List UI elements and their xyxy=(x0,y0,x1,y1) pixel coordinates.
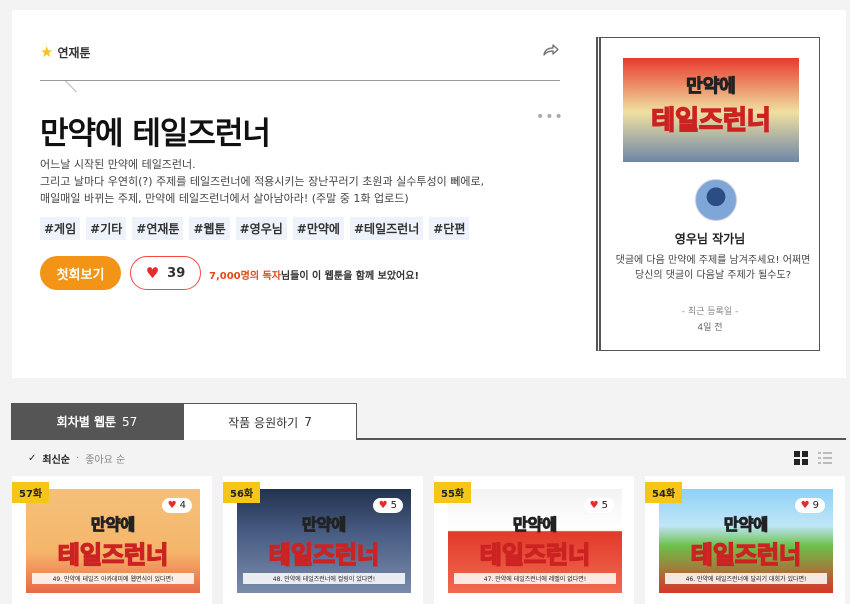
tag-chip[interactable]: #게임 xyxy=(40,217,81,240)
recent-value: 4일 전 xyxy=(697,323,723,333)
sort-likes[interactable]: 좋아요 순 xyxy=(85,451,125,466)
heart-icon: ♥ xyxy=(378,500,388,511)
episode-thumbnail: ♥ 9 만약에 테일즈런너 46. 만약에 테일즈런너에 달리기 대회가 있다면! xyxy=(659,489,833,593)
reader-count-highlight: 7,000명의 독자 xyxy=(209,271,281,282)
heart-icon: ♥ xyxy=(145,264,160,282)
heart-icon: ♥ xyxy=(167,500,177,511)
tag-chip[interactable]: #연재툰 xyxy=(132,217,184,240)
webtoon-description: 어느날 시작된 만약에 테일즈런너. 그리고 날마다 우연히(?) 주제를 테일… xyxy=(40,156,540,207)
share-icon[interactable] xyxy=(540,40,560,60)
episode-number-badge: 55화 xyxy=(434,482,472,503)
episode-like-count: 5 xyxy=(601,500,608,511)
episode-subtitle: 48. 만약에 테일즈런너에 컬링이 있다면! xyxy=(243,573,405,584)
cover-logo-main: 테일즈런너 xyxy=(650,105,771,137)
episode-logo-main: 테일즈런너 xyxy=(57,540,169,570)
divider xyxy=(40,80,560,81)
like-count: 39 xyxy=(167,265,186,281)
category-row: ★ 연재툰 xyxy=(40,44,91,61)
episode-like-badge: ♥ 5 xyxy=(372,498,403,513)
like-button[interactable]: ♥ 39 xyxy=(130,256,201,290)
episode-like-badge: ♥ 9 xyxy=(794,498,825,513)
description-line: 매일매일 바뀌는 주제, 만약에 테일즈런너에서 살아남아라! (주말 중 1화… xyxy=(40,192,409,205)
tag-chip[interactable]: #단편 xyxy=(429,217,470,240)
episode-logo-top: 만약에 xyxy=(512,515,558,535)
cover-logo-top: 만약에 xyxy=(686,76,737,98)
episode-logo-main: 테일즈런너 xyxy=(690,540,802,570)
tag-chip[interactable]: #웹툰 xyxy=(189,217,230,240)
author-panel-body: 만약에 테일즈런너 영우님 작가님 댓글에 다음 만약에 주제를 남겨주세요! … xyxy=(601,38,819,350)
tag-chip[interactable]: #테일즈런너 xyxy=(349,217,424,240)
episode-card[interactable]: 57화 ♥ 4 만약에 테일즈런너 49. 만약에 테일즈 아카데미에 웹면식이 … xyxy=(12,476,212,604)
list-view-icon[interactable] xyxy=(818,451,832,465)
grid-view-icon[interactable] xyxy=(794,451,808,465)
episode-thumbnail: ♥ 5 만약에 테일즈런너 47. 만약에 테일즈런너에 레벨이 없다면! xyxy=(448,489,622,593)
episode-number-badge: 57화 xyxy=(12,482,50,503)
recent-label: - 최근 등록일 - xyxy=(681,307,739,317)
sort-latest[interactable]: 최신순 xyxy=(42,451,70,466)
episode-like-badge: ♥ 4 xyxy=(161,498,192,513)
episode-number-badge: 54화 xyxy=(645,482,683,503)
episode-subtitle: 46. 만약에 테일즈런너에 달리기 대회가 있다면! xyxy=(665,573,827,584)
checkmark-icon: ✓ xyxy=(28,453,37,464)
episode-like-badge: ♥ 5 xyxy=(583,498,614,513)
divider-notch xyxy=(64,80,88,92)
tag-chip[interactable]: #기타 xyxy=(86,217,127,240)
episode-logo-top: 만약에 xyxy=(301,515,347,535)
heart-icon: ♥ xyxy=(800,500,810,511)
star-icon: ★ xyxy=(40,43,54,61)
episode-logo-main: 테일즈런너 xyxy=(479,540,591,570)
heart-icon: ♥ xyxy=(589,500,599,511)
episode-card[interactable]: 54화 ♥ 9 만약에 테일즈런너 46. 만약에 테일즈런너에 달리기 대회가 … xyxy=(645,476,845,604)
tab-label: 작품 응원하기 xyxy=(228,415,299,430)
tab-count: 7 xyxy=(304,415,312,429)
reader-count-rest: 님들이 이 웹툰을 함께 보았어요! xyxy=(280,271,420,282)
first-episode-button[interactable]: 첫회보기 xyxy=(40,256,121,290)
episode-logo-main: 테일즈런너 xyxy=(268,540,380,570)
episode-subtitle: 47. 만약에 테일즈런너에 레벨이 없다면! xyxy=(454,573,616,584)
separator-dot: · xyxy=(76,453,80,464)
episode-like-count: 9 xyxy=(812,500,819,511)
tab-count: 57 xyxy=(122,414,138,429)
tab-label: 회차별 웹툰 xyxy=(56,415,117,429)
description-line: 어느날 시작된 만약에 테일즈런너. xyxy=(40,158,196,171)
tag-list: #게임 #기타 #연재툰 #웹툰 #영우님 #만약에 #테일즈런너 #단편 xyxy=(40,217,470,240)
more-options-icon[interactable]: ••• xyxy=(536,110,564,124)
reader-count-text: 7,000명의 독자님들이 이 웹툰을 함께 보았어요! xyxy=(209,267,419,282)
episode-subtitle: 49. 만약에 테일즈 아카데미에 웹면식이 있다면! xyxy=(32,573,194,584)
sort-options: ✓ 최신순 · 좋아요 순 xyxy=(28,451,125,466)
episode-like-count: 4 xyxy=(179,500,186,511)
description-line: 그리고 날마다 우연히(?) 주제를 테일즈런너에 적용시키는 장난꾸러기 초원… xyxy=(40,175,485,188)
author-panel: 만약에 테일즈런너 영우님 작가님 댓글에 다음 만약에 주제를 남겨주세요! … xyxy=(596,37,820,351)
tab-support[interactable]: 작품 응원하기 7 xyxy=(183,403,357,440)
episode-number-badge: 56화 xyxy=(223,482,261,503)
episode-like-count: 5 xyxy=(390,500,397,511)
episode-logo-top: 만약에 xyxy=(723,515,769,535)
episode-card[interactable]: 55화 ♥ 5 만약에 테일즈런너 47. 만약에 테일즈런너에 레벨이 없다면! xyxy=(434,476,634,604)
episode-logo-top: 만약에 xyxy=(90,515,136,535)
webtoon-title: 만약에 테일즈런너 xyxy=(40,116,271,152)
tab-episodes[interactable]: 회차별 웹툰 57 xyxy=(11,403,183,440)
author-message: 댓글에 다음 만약에 주제를 남겨주세요! 어쩌면 당신의 댓글이 다음날 주제… xyxy=(615,255,811,281)
episode-thumbnail: ♥ 4 만약에 테일즈런너 49. 만약에 테일즈 아카데미에 웹면식이 있다면! xyxy=(26,489,200,593)
episode-thumbnail: ♥ 5 만약에 테일즈런너 48. 만약에 테일즈런너에 컬링이 있다면! xyxy=(237,489,411,593)
author-avatar[interactable] xyxy=(695,179,737,221)
tag-chip[interactable]: #만약에 xyxy=(292,217,344,240)
content-tabs: 회차별 웹툰 57 작품 응원하기 7 xyxy=(11,403,846,440)
author-name[interactable]: 영우님 작가님 xyxy=(601,230,819,247)
episode-card[interactable]: 56화 ♥ 5 만약에 테일즈런너 48. 만약에 테일즈런너에 컬링이 있다면! xyxy=(223,476,423,604)
webtoon-info-card: ★ 연재툰 ••• 만약에 테일즈런너 어느날 시작된 만약에 테일즈런너. 그… xyxy=(12,10,846,378)
webtoon-cover-image: 만약에 테일즈런너 xyxy=(623,58,799,162)
tag-chip[interactable]: #영우님 xyxy=(235,217,287,240)
category-label: 연재툰 xyxy=(57,46,91,60)
